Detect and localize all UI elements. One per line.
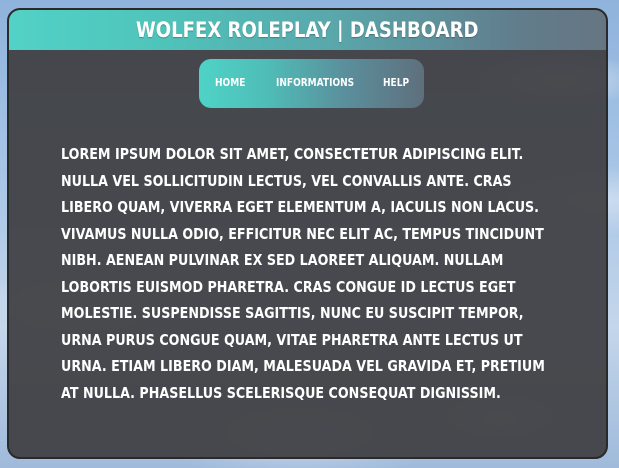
header-bar: WOLFEX ROLEPLAY | DASHBOARD [9,10,606,50]
nav-bar: HOME INFORMATIONS HELP [199,59,424,108]
body-text: Lorem ipsum dolor sit amet, consectetur … [61,145,545,402]
page-title: WOLFEX ROLEPLAY | DASHBOARD [136,18,479,42]
nav-item-home[interactable]: HOME [215,76,245,89]
content-area: Lorem ipsum dolor sit amet, consectetur … [61,141,561,406]
dashboard-panel: WOLFEX ROLEPLAY | DASHBOARD HOME INFORMA… [7,8,608,459]
nav-item-informations[interactable]: INFORMATIONS [276,76,354,89]
nav-item-help[interactable]: HELP [383,76,409,89]
